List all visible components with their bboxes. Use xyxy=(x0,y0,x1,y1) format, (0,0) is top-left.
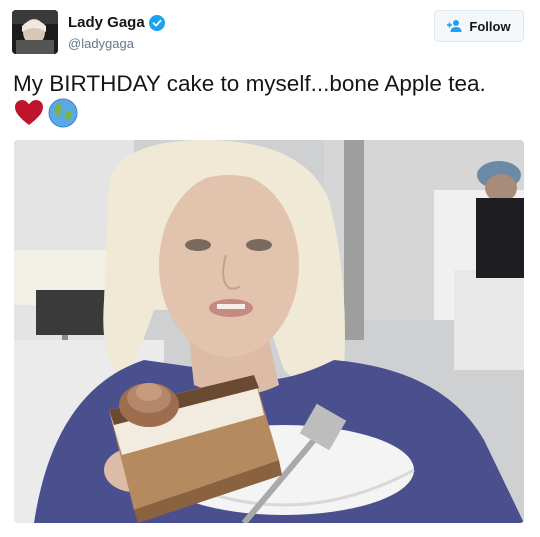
avatar-image xyxy=(12,10,58,54)
verified-badge-icon xyxy=(148,14,165,31)
profile-avatar[interactable] xyxy=(12,10,58,54)
tweet-card: Lady Gaga @ladygaga Follow My BIRTHDAY c… xyxy=(0,0,540,537)
follow-button[interactable]: Follow xyxy=(434,10,524,42)
red-heart-emoji xyxy=(15,100,43,125)
birthday-cake-selfie-image xyxy=(14,140,524,523)
tweet-emojis xyxy=(14,98,78,128)
follow-button-label: Follow xyxy=(469,18,511,34)
add-user-icon xyxy=(447,20,462,32)
globe-emoji xyxy=(48,98,78,128)
user-handle[interactable]: @ladygaga xyxy=(68,36,134,51)
user-name-row: Lady Gaga xyxy=(68,14,165,31)
tweet-text: My BIRTHDAY cake to myself...bone Apple … xyxy=(13,71,486,96)
user-name[interactable]: Lady Gaga xyxy=(68,14,145,31)
tweet-photo[interactable] xyxy=(14,140,524,523)
